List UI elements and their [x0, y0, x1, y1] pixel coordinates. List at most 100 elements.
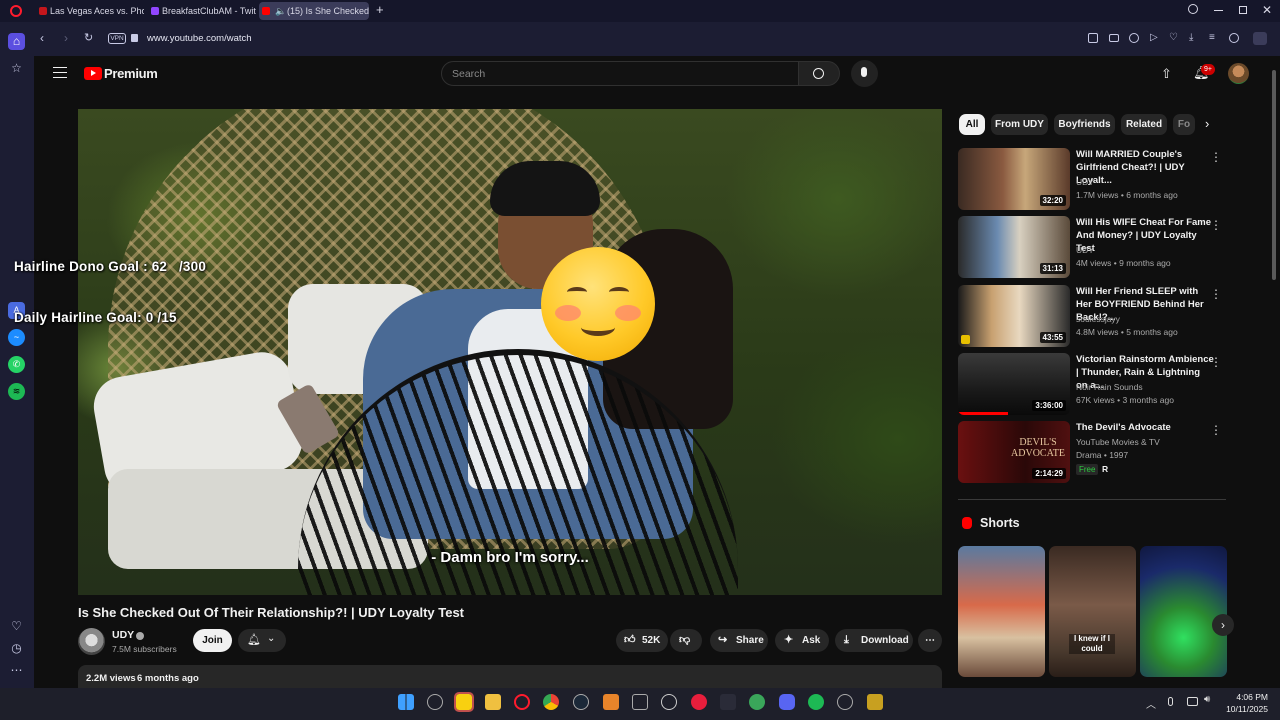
more-actions-button[interactable]: ⋯: [918, 629, 942, 652]
clock-date[interactable]: 10/11/2025: [1220, 704, 1268, 714]
more-options-icon[interactable]: ⋮: [1210, 218, 1222, 232]
new-tab-button[interactable]: +: [376, 3, 384, 17]
chip-more[interactable]: Fo: [1173, 114, 1195, 135]
forward-button[interactable]: ›: [64, 31, 68, 45]
chrome-icon[interactable]: [543, 694, 559, 710]
discord-icon[interactable]: [779, 694, 795, 710]
extensions-icon[interactable]: [1253, 32, 1267, 45]
short-thumbnail[interactable]: [958, 546, 1045, 677]
close-window-button[interactable]: ✕: [1262, 3, 1272, 17]
lock-icon[interactable]: [131, 34, 138, 42]
shield-icon[interactable]: [1129, 33, 1139, 43]
tab-search-icon[interactable]: [1188, 4, 1198, 14]
whatsapp-icon[interactable]: ✆: [8, 356, 25, 373]
join-button[interactable]: Join: [193, 629, 232, 652]
recommendation-meta: 67K views • 3 months ago: [1076, 395, 1174, 405]
more-icon[interactable]: ⋯: [8, 662, 25, 679]
keyboard-icon[interactable]: [427, 694, 443, 710]
download-button[interactable]: ⤓ Download: [835, 629, 913, 652]
dislike-button[interactable]: 👎︎: [670, 629, 702, 652]
windows-start-icon[interactable]: [398, 694, 414, 710]
more-options-icon[interactable]: ⋮: [1210, 355, 1222, 369]
upload-icon[interactable]: ⇧: [1161, 66, 1172, 82]
vpn-badge[interactable]: VPN: [108, 33, 126, 44]
hamburger-menu-icon[interactable]: [53, 67, 67, 78]
search-button[interactable]: [798, 61, 840, 86]
video-thumbnail: 32:20: [958, 148, 1070, 210]
tab-breakfastclub-twitch[interactable]: BreakfastClubAM - Twitch: [148, 2, 256, 20]
menu-icon[interactable]: ≡: [1209, 32, 1215, 43]
maximize-button[interactable]: [1239, 6, 1247, 14]
tab-title: Las Vegas Aces vs. Phoenix: [50, 6, 144, 16]
network-icon[interactable]: [1187, 697, 1198, 706]
star-icon[interactable]: ☆: [8, 60, 25, 77]
clock-time[interactable]: 4:06 PM: [1226, 692, 1268, 702]
search-input[interactable]: Search: [441, 61, 799, 86]
bell-icon: 🔔︎: [247, 634, 261, 646]
more-options-icon[interactable]: ⋮: [1210, 423, 1222, 437]
chip-next-chevron-icon[interactable]: ›: [1205, 116, 1209, 131]
shorts-next-button[interactable]: ›: [1212, 614, 1234, 636]
channel-name[interactable]: UDY: [112, 629, 134, 641]
video-player[interactable]: - Damn bro I'm sorry...: [78, 109, 942, 595]
opera-gx-icon[interactable]: [691, 694, 707, 710]
xbox-icon[interactable]: [749, 694, 765, 710]
like-button[interactable]: 👍︎ 52K: [616, 629, 668, 652]
reload-button[interactable]: ↻: [84, 31, 93, 44]
more-options-icon[interactable]: ⋮: [1210, 150, 1222, 164]
heart-icon[interactable]: ♡: [1169, 32, 1178, 43]
download-icon[interactable]: ⤓: [1189, 32, 1193, 43]
home-icon[interactable]: ⌂: [8, 33, 25, 50]
chip-all[interactable]: All: [959, 114, 985, 135]
recommendation-item[interactable]: 43:55 Will Her Friend SLEEP with Her BOY…: [958, 285, 1228, 349]
tab-youtube-active[interactable]: 🔈 (15) Is She Checked O: [259, 2, 369, 20]
excel-icon[interactable]: [632, 694, 648, 710]
back-button[interactable]: ‹: [40, 31, 44, 45]
heart-icon[interactable]: ♡: [8, 618, 25, 635]
subscribed-button[interactable]: 🔔︎ ⌄: [238, 629, 286, 652]
recommendation-item[interactable]: 31:13 Will His WIFE Cheat For Fame And M…: [958, 216, 1228, 280]
duration-badge: 32:20: [1039, 195, 1066, 206]
camera-icon[interactable]: [1109, 34, 1119, 42]
history-icon[interactable]: ◷: [8, 640, 25, 657]
chip-related[interactable]: Related: [1121, 114, 1167, 135]
paint-icon[interactable]: [603, 694, 619, 710]
more-options-icon[interactable]: ⋮: [1210, 287, 1222, 301]
edit-icon[interactable]: [1088, 33, 1098, 43]
opera-taskbar-icon[interactable]: [514, 694, 530, 710]
minimize-button[interactable]: [1214, 10, 1223, 11]
microphone-tray-icon[interactable]: [1168, 697, 1173, 706]
voice-search-button[interactable]: [851, 60, 878, 87]
share-button[interactable]: ↪ Share: [710, 629, 768, 652]
chip-from-udy[interactable]: From UDY: [991, 114, 1048, 135]
account-avatar[interactable]: [1228, 63, 1249, 84]
play-icon[interactable]: ▷: [1150, 32, 1158, 43]
recommendation-item[interactable]: 32:20 Will MARRIED Couple's Girlfriend C…: [958, 148, 1228, 212]
sticky-notes-icon[interactable]: [454, 692, 474, 712]
recorder-icon[interactable]: [661, 694, 677, 710]
spotify-taskbar-icon[interactable]: [808, 694, 824, 710]
chip-boyfriends[interactable]: Boyfriends: [1054, 114, 1115, 135]
opera-logo-icon[interactable]: [10, 5, 22, 17]
page-scrollbar[interactable]: [1272, 70, 1276, 280]
video-subtitle: - Damn bro I'm sorry...: [431, 549, 589, 566]
file-explorer-icon[interactable]: [485, 694, 501, 710]
short-thumbnail[interactable]: I knew if I could: [1049, 546, 1136, 677]
tray-chevron-up-icon[interactable]: ︿: [1146, 696, 1156, 711]
tab-aces-vs-phoenix[interactable]: Las Vegas Aces vs. Phoenix: [36, 2, 144, 20]
url-field[interactable]: www.youtube.com/watch: [147, 33, 252, 44]
steam-icon[interactable]: [573, 694, 589, 710]
speaker-icon[interactable]: 🔈: [275, 2, 286, 20]
mail-app-icon[interactable]: [867, 694, 883, 710]
microphone-icon: [861, 67, 867, 77]
ask-button[interactable]: ✦ Ask: [775, 629, 829, 652]
profile-icon[interactable]: [1229, 33, 1239, 43]
spotify-icon[interactable]: ≋: [8, 383, 25, 400]
short-thumbnail[interactable]: [1140, 546, 1227, 677]
channel-avatar[interactable]: [78, 628, 105, 655]
recommendation-item[interactable]: 3:36:00 Victorian Rainstorm Ambience | T…: [958, 353, 1228, 417]
volume-icon[interactable]: 🔊︎: [1204, 694, 1210, 705]
recommendation-item[interactable]: DEVIL'S ADVOCATE 2:14:29 The Devil's Adv…: [958, 421, 1228, 485]
4k-app-icon[interactable]: [837, 694, 853, 710]
blank-app-icon[interactable]: [720, 694, 736, 710]
